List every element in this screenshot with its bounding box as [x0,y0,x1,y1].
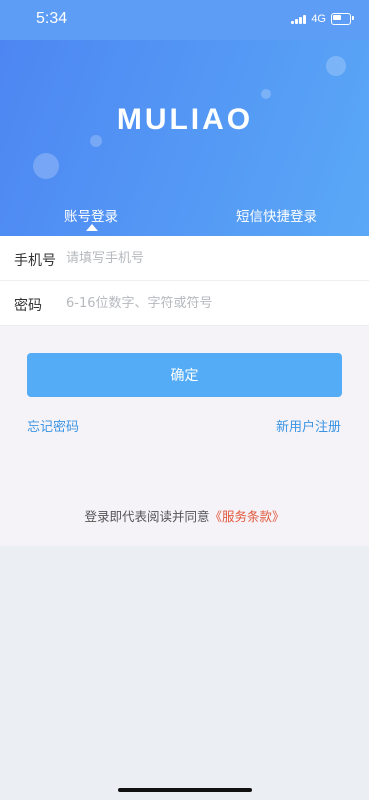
phone-label: 手机号 [14,253,56,269]
network-label: 4G [311,13,326,25]
status-indicators: 4G [291,13,354,25]
password-label: 密码 [14,298,42,314]
terms-link[interactable]: 《服务条款》 [210,509,285,524]
decor-bubble [261,89,271,99]
agreement-text: 登录即代表阅读并同意《服务条款》 [0,506,369,525]
tab-sms-login[interactable]: 短信快捷登录 [236,205,317,225]
decor-bubble [90,135,102,147]
status-time: 5:34 [36,10,68,27]
logo-text: MULIAO [117,103,253,134]
password-input[interactable] [66,289,356,317]
home-indicator [118,788,252,792]
confirm-button[interactable]: 确定 [27,353,342,397]
decor-bubble [33,153,59,179]
decor-bubble [326,56,346,76]
status-bar: 5:34 4G [0,0,369,40]
tab-account-login[interactable]: 账号登录 [64,205,118,225]
phone-row: 手机号 [0,236,369,281]
login-form: 手机号 密码 [0,236,369,325]
register-link[interactable]: 新用户注册 [276,416,341,435]
active-tab-indicator [86,224,98,231]
battery-icon [331,13,354,25]
login-header: MULIAO 账号登录 短信快捷登录 [0,40,369,236]
actions-panel: 确定 忘记密码 新用户注册 登录即代表阅读并同意《服务条款》 [0,326,369,546]
agreement-prefix: 登录即代表阅读并同意 [84,509,210,524]
signal-icon [291,14,307,24]
password-row: 密码 [0,281,369,325]
app-logo: MULIAO [117,103,253,134]
forgot-password-link[interactable]: 忘记密码 [27,416,79,435]
phone-input[interactable] [66,244,356,272]
